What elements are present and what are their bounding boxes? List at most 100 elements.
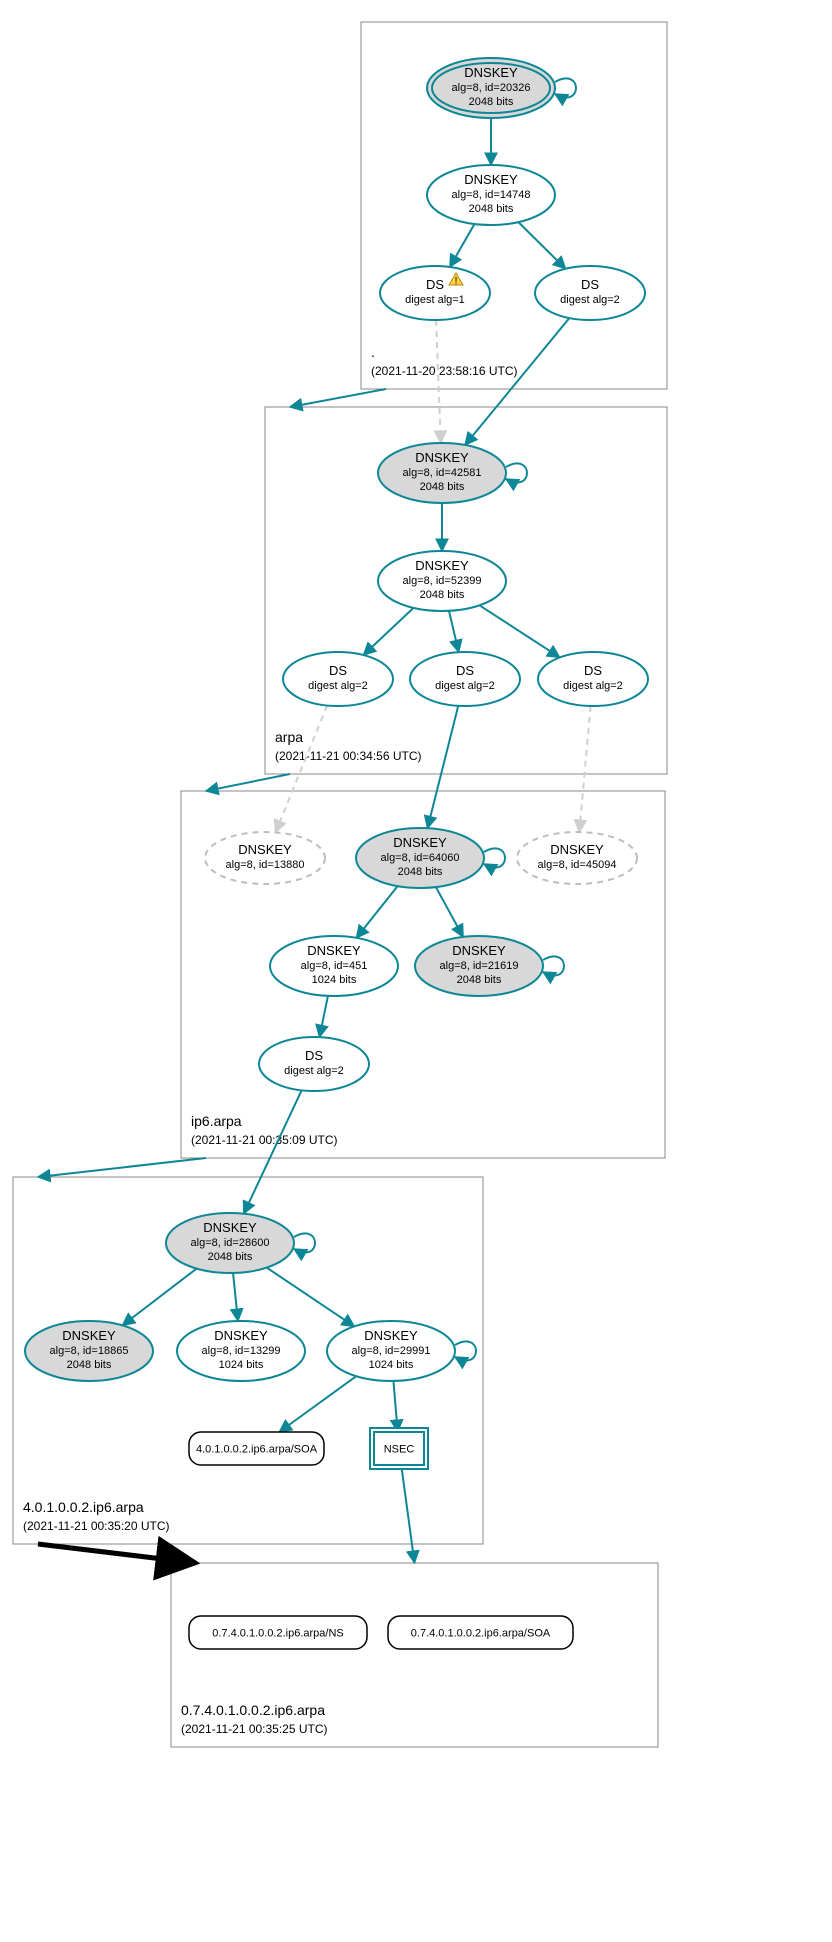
node-text: NSEC <box>384 1444 415 1456</box>
node-text: DNSKEY <box>62 1328 116 1343</box>
node-arpa-ds-a[interactable]: DS digest alg=2 <box>283 652 393 706</box>
node-text: DS <box>329 663 347 678</box>
node-ip6-zsk-a[interactable]: DNSKEY alg=8, id=451 1024 bits <box>270 936 398 996</box>
node-text: 0.7.4.0.1.0.0.2.ip6.arpa/NS <box>212 1628 343 1640</box>
node-text: DNSKEY <box>464 65 518 80</box>
node-z4-dk-b[interactable]: DNSKEY alg=8, id=13299 1024 bits <box>177 1321 305 1381</box>
node-text: DNSKEY <box>550 842 604 857</box>
node-text: 1024 bits <box>369 1359 414 1371</box>
node-text: 0.7.4.0.1.0.0.2.ip6.arpa/SOA <box>411 1628 551 1640</box>
node-ip6-zsk-b[interactable]: DNSKEY alg=8, id=21619 2048 bits <box>415 936 564 996</box>
node-root-ds1[interactable]: DS digest alg=1! <box>380 266 490 320</box>
node-root-ksk[interactable]: DNSKEY alg=8, id=20326 2048 bits <box>427 58 576 118</box>
node-ip6-ds[interactable]: DS digest alg=2 <box>259 1037 369 1091</box>
node-text: digest alg=2 <box>308 680 368 692</box>
node-text: digest alg=2 <box>284 1065 344 1077</box>
node-z4-soa[interactable]: 4.0.1.0.0.2.ip6.arpa/SOA <box>189 1432 324 1465</box>
node-text: alg=8, id=64060 <box>381 852 460 864</box>
edge <box>233 1273 238 1321</box>
edge <box>356 886 397 938</box>
node-ip6-dk-a[interactable]: DNSKEY alg=8, id=13880 <box>205 832 325 884</box>
node-text: DNSKEY <box>214 1328 268 1343</box>
node-text: alg=8, id=42581 <box>403 467 482 479</box>
zone-timestamp: (2021-11-20 23:58:16 UTC) <box>371 364 518 378</box>
zone-connector <box>206 774 290 791</box>
node-text: DS <box>456 663 474 678</box>
edge <box>319 996 327 1037</box>
node-text: DS <box>584 663 602 678</box>
node-z4-dk-c[interactable]: DNSKEYalg=8, id=299911024 bits <box>327 1321 476 1381</box>
node-text: digest alg=2 <box>563 680 623 692</box>
node-text: alg=8, id=20326 <box>452 82 531 94</box>
node-text: alg=8, id=13299 <box>202 1345 281 1357</box>
node-text: DNSKEY <box>452 943 506 958</box>
node-text: alg=8, id=45094 <box>538 859 617 871</box>
node-z07-ns[interactable]: 0.7.4.0.1.0.0.2.ip6.arpa/NS <box>189 1616 367 1649</box>
edge <box>244 1090 302 1213</box>
node-text: digest alg=2 <box>435 680 495 692</box>
edge <box>465 318 569 445</box>
node-arpa-ds-b[interactable]: DS digest alg=2 <box>410 652 520 706</box>
node-root-zsk[interactable]: DNSKEYalg=8, id=147482048 bits <box>427 165 555 225</box>
node-text: alg=8, id=52399 <box>403 575 482 587</box>
node-text: alg=8, id=13880 <box>226 859 305 871</box>
node-text: 2048 bits <box>208 1251 253 1263</box>
node-text: 2048 bits <box>420 589 465 601</box>
node-text: alg=8, id=21619 <box>440 960 519 972</box>
node-text: DS <box>581 277 599 292</box>
node-arpa-ds-c[interactable]: DS digest alg=2 <box>538 652 648 706</box>
node-text: DS <box>305 1048 323 1063</box>
self-loop <box>555 78 576 97</box>
node-text: alg=8, id=451 <box>301 960 368 972</box>
zone-label: 4.0.1.0.0.2.ip6.arpa <box>23 1499 144 1515</box>
node-arpa-zsk[interactable]: DNSKEYalg=8, id=523992048 bits <box>378 551 506 611</box>
node-z4-ksk[interactable]: DNSKEYalg=8, id=286002048 bits <box>166 1213 315 1273</box>
node-text: DNSKEY <box>203 1220 257 1235</box>
node-root-ds2[interactable]: DS digest alg=2 <box>535 266 645 320</box>
edge <box>427 706 458 828</box>
node-text: 2048 bits <box>398 866 443 878</box>
node-text: digest alg=2 <box>560 294 620 306</box>
node-z07-soa[interactable]: 0.7.4.0.1.0.0.2.ip6.arpa/SOA <box>388 1616 573 1649</box>
edge <box>450 224 475 267</box>
node-text: 2048 bits <box>420 481 465 493</box>
node-text: 2048 bits <box>457 974 502 986</box>
edge <box>279 1376 356 1432</box>
node-arpa-ksk[interactable]: DNSKEY alg=8, id=42581 2048 bits <box>378 443 527 503</box>
self-loop <box>506 463 527 482</box>
node-text: DNSKEY <box>238 842 292 857</box>
edge <box>479 605 559 657</box>
edge <box>436 320 441 443</box>
node-text: DNSKEY <box>393 835 447 850</box>
edge <box>518 222 565 269</box>
svg-text:!: ! <box>454 276 457 287</box>
zone-connector <box>38 1158 206 1177</box>
edge <box>363 608 413 655</box>
dnssec-diagram: . (2021-11-20 23:58:16 UTC) arpa (2021-11-2… <box>0 0 832 1942</box>
node-text: 1024 bits <box>219 1359 264 1371</box>
node-z4-dk-a[interactable]: DNSKEYalg=8, id=188652048 bits <box>25 1321 153 1381</box>
node-z4-nsec[interactable]: NSEC <box>370 1428 428 1469</box>
node-text: digest alg=1 <box>405 294 465 306</box>
node-text: DNSKEY <box>415 450 469 465</box>
zone-timestamp: (2021-11-21 00:35:20 UTC) <box>23 1519 170 1533</box>
node-text: DNSKEY <box>307 943 361 958</box>
self-loop <box>294 1233 315 1252</box>
zone-connector <box>290 389 386 407</box>
node-text: DS <box>426 277 444 292</box>
self-loop <box>484 848 505 867</box>
edge <box>449 611 459 652</box>
node-ip6-ksk[interactable]: DNSKEY alg=8, id=64060 2048 bits <box>356 828 505 888</box>
node-text: 2048 bits <box>67 1359 112 1371</box>
zone-label: arpa <box>275 729 303 745</box>
node-text: 1024 bits <box>312 974 357 986</box>
node-ip6-dk-c[interactable]: DNSKEY alg=8, id=45094 <box>517 832 637 884</box>
zone-connector <box>38 1544 196 1563</box>
self-loop <box>543 956 564 975</box>
node-text: 4.0.1.0.0.2.ip6.arpa/SOA <box>196 1444 318 1456</box>
zone-label: . <box>371 344 375 360</box>
edge <box>393 1381 397 1432</box>
node-text: alg=8, id=29991 <box>352 1345 431 1357</box>
zone-label: ip6.arpa <box>191 1113 242 1129</box>
node-text: 2048 bits <box>469 96 514 108</box>
